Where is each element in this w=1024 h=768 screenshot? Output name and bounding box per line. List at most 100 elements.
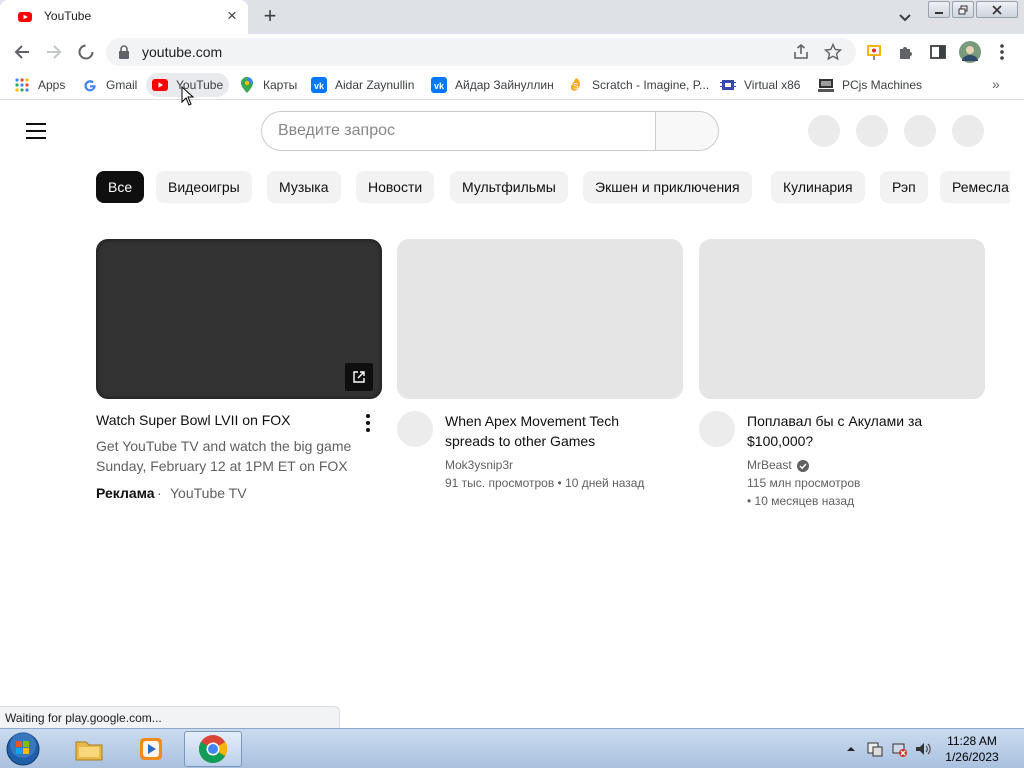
video-title-line1[interactable]: Поплавал бы с Акулами за [747, 411, 922, 431]
more-vertical-icon[interactable] [365, 414, 371, 434]
minimize-button[interactable] [928, 1, 950, 18]
chip-crafts[interactable]: Ремесла [940, 171, 1010, 203]
clock-date: 1/26/2023 [945, 750, 999, 764]
action-center-icon[interactable] [866, 740, 884, 758]
lock-icon[interactable] [118, 45, 130, 59]
system-tray [846, 737, 932, 761]
screen: YouTube × + youtube.com Apps Gmail YouTu… [0, 0, 1024, 768]
arrow-right-icon [47, 45, 62, 59]
header-placeholder-4 [952, 115, 984, 147]
chip-music[interactable]: Музыка [267, 171, 341, 203]
ad-title[interactable]: Watch Super Bowl LVII on FOX [96, 410, 291, 430]
video-meta: 91 тыс. просмотров • 10 дней назад [445, 476, 645, 490]
chip-news[interactable]: Новости [356, 171, 435, 203]
bookmark-virtual-x86[interactable]: Virtual x86 [714, 73, 806, 97]
maximize-button[interactable] [952, 1, 974, 18]
channel-avatar[interactable] [699, 411, 735, 447]
chip-videogames[interactable]: Видеоигры [156, 171, 252, 203]
address-bar[interactable]: youtube.com [106, 38, 856, 66]
vk-icon: vk [431, 77, 447, 93]
chevron-down-icon[interactable] [896, 8, 914, 26]
video-title-line2[interactable]: $100,000? [747, 431, 813, 451]
taskbar-chrome[interactable] [184, 731, 242, 767]
chip-all[interactable]: Все [96, 171, 145, 203]
media-player-icon [140, 738, 162, 760]
start-button[interactable] [4, 731, 44, 767]
chip-cartoons[interactable]: Мультфильмы [450, 171, 568, 203]
new-tab-button[interactable]: + [258, 5, 282, 29]
channel-avatar[interactable] [397, 411, 433, 447]
profile-avatar[interactable] [958, 40, 982, 64]
youtube-icon [152, 77, 168, 93]
taskbar-media-player[interactable] [122, 731, 180, 767]
bookmark-scratch[interactable]: S Scratch - Imagine, P... [562, 73, 715, 97]
ad-separator: · [157, 485, 162, 501]
video-title-line1[interactable]: When Apex Movement Tech [445, 411, 619, 431]
search-input[interactable]: Введите запрос [261, 111, 656, 151]
browser-tab-youtube[interactable]: YouTube × [0, 0, 248, 34]
menu-icon[interactable] [26, 123, 46, 139]
browser-toolbar: youtube.com [0, 34, 1024, 70]
extensions-button[interactable] [896, 42, 916, 62]
url-text[interactable]: youtube.com [142, 44, 222, 60]
youtube-page: Введите запрос Все Видеоигры Музыка Ново… [0, 101, 1024, 728]
video-title-line2[interactable]: spreads to other Games [445, 431, 595, 451]
puzzle-icon [900, 47, 912, 59]
tab-strip: YouTube × + [0, 0, 1024, 34]
clock-time: 11:28 AM [947, 734, 997, 748]
bookmark-vk-2[interactable]: vk Айдар Зайнуллин [425, 73, 560, 97]
taskbar-clock[interactable]: 11:28 AM 1/26/2023 [930, 733, 1014, 765]
side-panel-button[interactable] [928, 42, 948, 62]
search-button[interactable] [655, 111, 719, 151]
chip-rap[interactable]: Рэп [880, 171, 928, 203]
bookmark-label: PCjs Machines [842, 78, 923, 92]
bookmark-label: Карты [263, 78, 298, 92]
extension-presentation-icon [867, 45, 881, 60]
chrome-icon [199, 735, 227, 763]
youtube-favicon-icon [18, 12, 32, 22]
video-thumbnail[interactable] [397, 239, 683, 399]
folder-icon [75, 741, 103, 761]
svg-text:vk: vk [314, 81, 325, 91]
network-error-icon[interactable] [890, 740, 908, 758]
extension-button[interactable] [864, 42, 884, 62]
stop-loading-button[interactable] [76, 42, 96, 62]
bookmark-apps[interactable]: Apps [8, 73, 71, 97]
search-placeholder: Введите запрос [278, 122, 395, 139]
chrome-menu-button[interactable] [992, 42, 1012, 62]
arrow-left-icon [14, 45, 29, 59]
chip-action-adventure[interactable]: Экшен и приключения [583, 171, 752, 203]
ad-advertiser[interactable]: YouTube TV [170, 483, 247, 503]
apps-grid-icon [14, 77, 30, 93]
video-views: 115 млн просмотров [747, 476, 861, 490]
share-icon[interactable] [792, 43, 810, 61]
video-age: • 10 месяцев назад [747, 494, 855, 508]
video-thumbnail[interactable] [699, 239, 985, 399]
more-bookmarks-icon[interactable]: » [992, 76, 1000, 92]
close-tab-icon[interactable]: × [222, 6, 242, 26]
channel-name[interactable]: MrBeast [747, 456, 792, 474]
bookmark-label: Virtual x86 [744, 78, 801, 92]
bookmark-label: Айдар Зайнуллин [455, 78, 554, 92]
channel-name[interactable]: Mok3ysnip3r [445, 456, 513, 474]
open-external-button[interactable] [345, 363, 373, 391]
close-window-button[interactable] [976, 1, 1018, 18]
verified-check-icon [797, 460, 809, 472]
bookmark-pcjs[interactable]: PCjs Machines [812, 73, 928, 97]
bookmark-vk-1[interactable]: vk Aidar Zaynullin [305, 73, 420, 97]
bookmark-star-icon[interactable] [824, 43, 842, 61]
taskbar-explorer[interactable] [60, 731, 118, 767]
ad-thumbnail[interactable] [96, 239, 382, 399]
bookmark-gmail[interactable]: Gmail [76, 73, 143, 97]
forward-button[interactable] [44, 42, 64, 62]
header-placeholder-2 [856, 115, 888, 147]
bookmark-label: Aidar Zaynullin [335, 78, 415, 92]
bookmark-maps[interactable]: Карты [233, 73, 303, 97]
back-button[interactable] [12, 42, 32, 62]
svg-text:vk: vk [434, 81, 445, 91]
windows-start-orb-icon [6, 732, 40, 766]
show-hidden-icons-icon[interactable] [846, 744, 856, 754]
chip-cooking[interactable]: Кулинария [771, 171, 865, 203]
window-controls [928, 1, 1020, 18]
chip-crafts-clip: Ремесла [940, 171, 1010, 203]
